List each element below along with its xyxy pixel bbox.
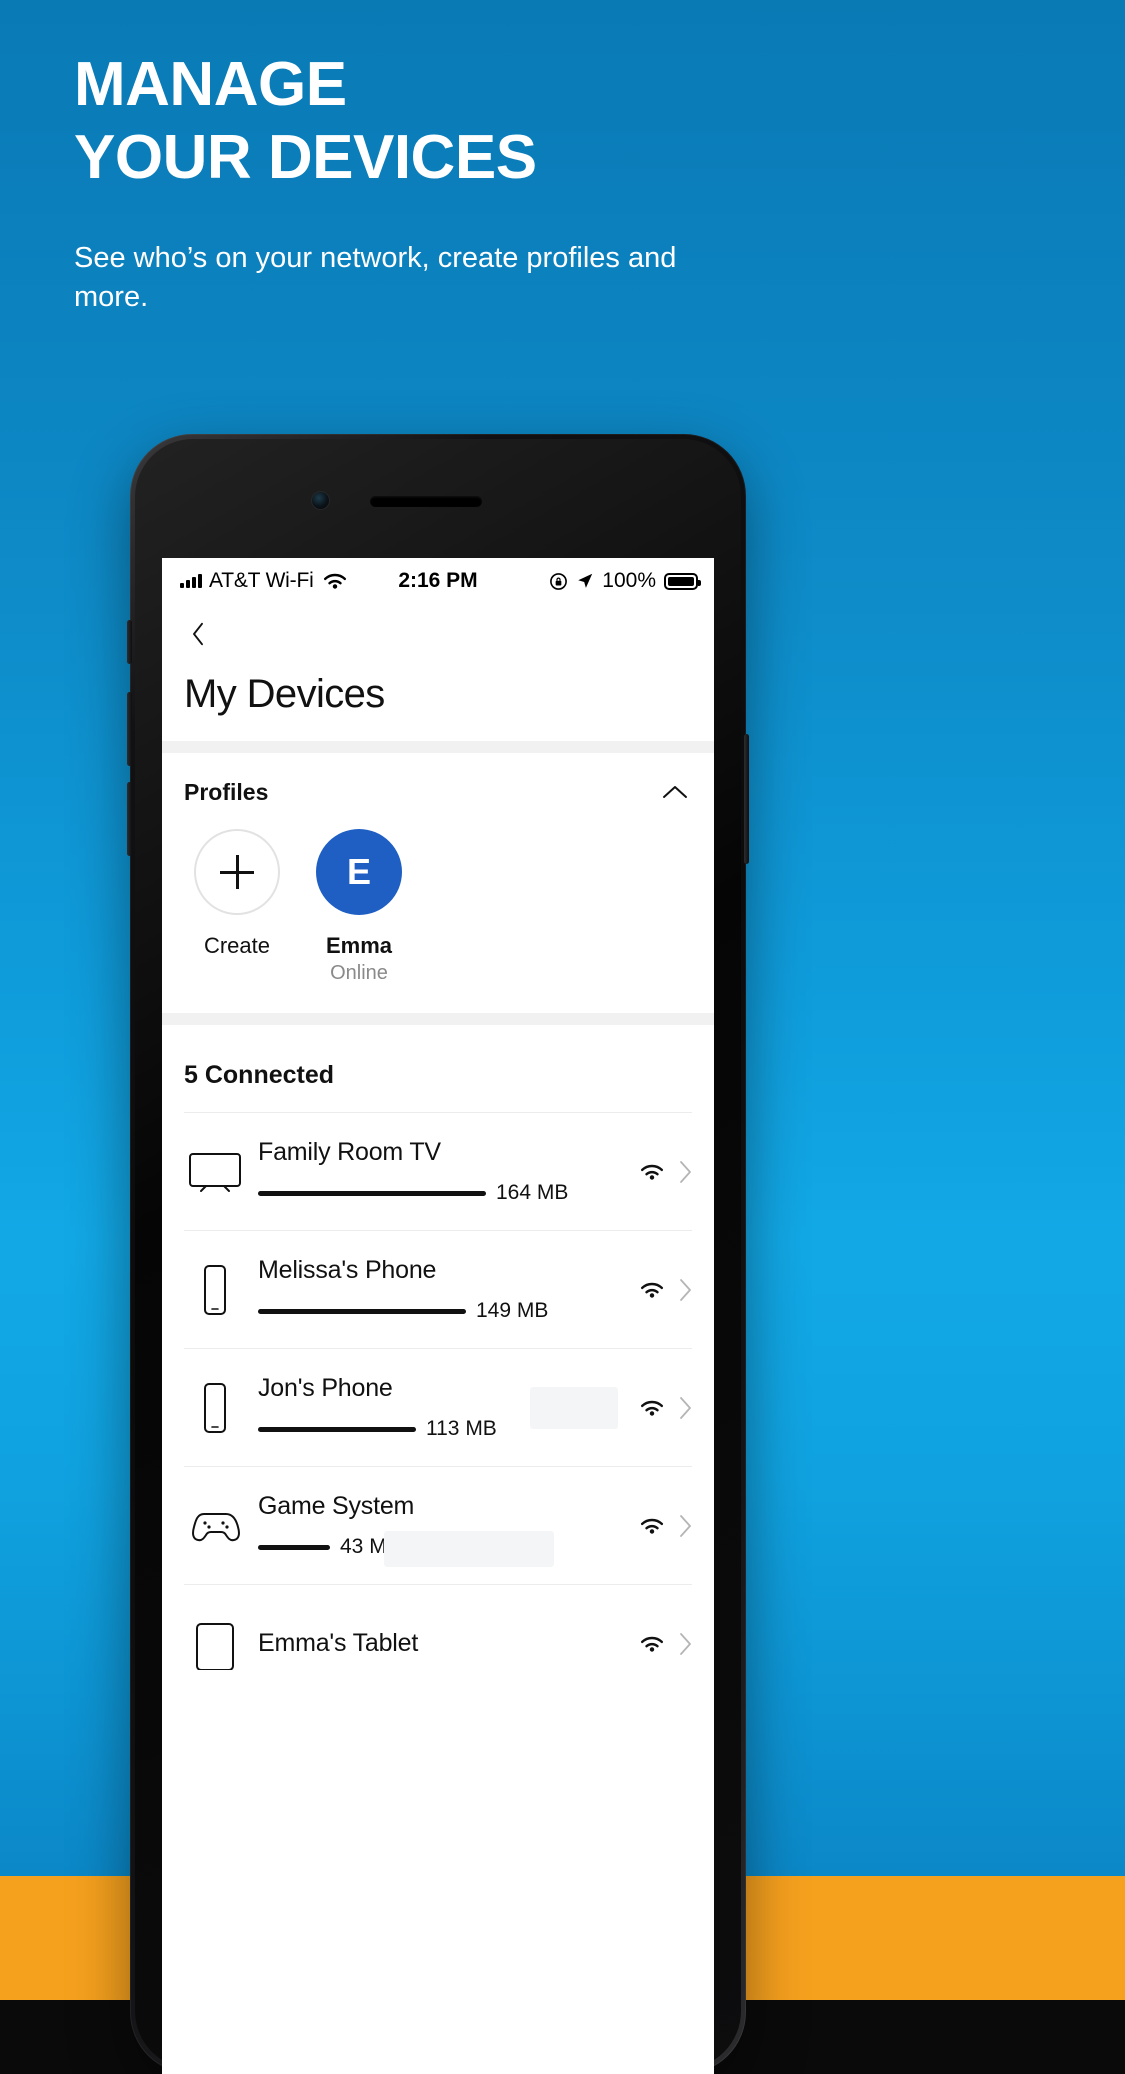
table-row[interactable]: Jon's Phone 113 MB: [184, 1348, 692, 1466]
table-row[interactable]: Family Room TV 164 MB: [184, 1112, 692, 1230]
status-bar-right: 100%: [549, 558, 701, 604]
device-actions: [628, 1514, 692, 1538]
profile-item-emma[interactable]: E Emma Online: [312, 829, 406, 985]
wifi-icon: [640, 1164, 664, 1180]
phone-mockup: AT&T Wi-Fi 2:16 PM 100% My Devices Profi…: [127, 434, 749, 2074]
wifi-icon: [640, 1636, 664, 1652]
rotation-lock-icon: [550, 572, 568, 590]
device-name: Family Room TV: [258, 1138, 441, 1166]
mute-switch: [127, 620, 132, 664]
device-name: Game System: [258, 1492, 415, 1520]
usage-bar: [258, 1544, 330, 1550]
plus-icon: [220, 855, 254, 889]
usage-row: 149 MB: [258, 1299, 628, 1323]
chevron-left-icon: [193, 622, 203, 646]
usage-label: 164 MB: [496, 1181, 569, 1204]
profile-name: Emma: [325, 933, 393, 958]
profiles-collapse-button[interactable]: [658, 775, 692, 809]
chevron-up-icon: [663, 786, 687, 798]
connected-devices-section: 5 Connected Family Room TV 164 MB Meliss…: [162, 1025, 714, 1702]
section-divider-2: [162, 1013, 714, 1025]
usage-bar: [258, 1426, 416, 1432]
table-row[interactable]: Game System 43 MB: [184, 1466, 692, 1584]
profiles-title: Profiles: [184, 778, 269, 805]
usage-bar: [258, 1190, 486, 1196]
connected-count-header: 5 Connected: [184, 1061, 335, 1089]
profile-create-label: Create: [203, 933, 271, 958]
usage-label: 149 MB: [476, 1299, 549, 1322]
location-arrow-icon: [578, 573, 593, 588]
device-info: Emma's Tablet: [246, 1629, 628, 1658]
phone-icon: [184, 1264, 246, 1316]
wifi-icon: [640, 1400, 664, 1416]
page-title: My Devices: [184, 672, 385, 716]
usage-label: 113 MB: [426, 1417, 497, 1440]
game-controller-icon: [184, 1506, 246, 1546]
chevron-right-icon[interactable]: [678, 1278, 692, 1302]
profile-create[interactable]: Create: [190, 829, 284, 985]
profiles-list: Create E Emma Online: [184, 829, 692, 985]
hero-title-line-2: YOUR DEVICES: [74, 123, 537, 193]
table-row[interactable]: Melissa's Phone 149 MB: [184, 1230, 692, 1348]
tablet-icon: [184, 1618, 246, 1670]
hero-copy: MANAGE YOUR DEVICES See who’s on your ne…: [74, 48, 774, 318]
device-actions: [628, 1160, 692, 1184]
front-camera: [312, 492, 329, 509]
table-row[interactable]: Emma's Tablet: [184, 1584, 692, 1702]
device-info: Melissa's Phone 149 MB: [246, 1256, 628, 1323]
volume-up-button: [127, 692, 132, 766]
create-profile-avatar[interactable]: [194, 829, 280, 915]
device-actions: [628, 1278, 692, 1302]
chevron-right-icon[interactable]: [678, 1632, 692, 1656]
device-actions: [628, 1396, 692, 1420]
wifi-icon: [640, 1282, 664, 1298]
tv-icon: [184, 1150, 246, 1194]
wifi-icon: [640, 1518, 664, 1534]
device-info: Family Room TV 164 MB: [246, 1138, 628, 1205]
chevron-right-icon[interactable]: [678, 1514, 692, 1538]
volume-down-button: [127, 782, 132, 856]
chevron-right-icon[interactable]: [678, 1396, 692, 1420]
profile-status: Online: [330, 962, 388, 984]
loading-placeholder: [384, 1531, 554, 1567]
back-button[interactable]: [178, 614, 218, 654]
hero-title-line-1: MANAGE: [74, 50, 347, 119]
phone-screen: AT&T Wi-Fi 2:16 PM 100% My Devices Profi…: [162, 558, 714, 2074]
usage-row: 164 MB: [258, 1181, 628, 1205]
usage-bar: [258, 1308, 466, 1314]
battery-full-icon: [664, 572, 701, 590]
loading-placeholder: [530, 1387, 618, 1429]
section-divider: [162, 741, 714, 753]
device-actions: [628, 1632, 692, 1656]
device-name: Melissa's Phone: [258, 1256, 437, 1284]
app-header: My Devices: [162, 604, 714, 741]
profiles-section: Profiles Create E Emma Online: [162, 753, 714, 1013]
hero-title: MANAGE YOUR DEVICES: [74, 48, 774, 194]
status-bar: AT&T Wi-Fi 2:16 PM 100%: [162, 558, 714, 604]
power-button: [744, 734, 749, 864]
chevron-right-icon[interactable]: [678, 1160, 692, 1184]
avatar[interactable]: E: [316, 829, 402, 915]
profiles-header[interactable]: Profiles: [184, 775, 692, 809]
phone-icon: [184, 1382, 246, 1434]
device-name: Emma's Tablet: [258, 1629, 419, 1657]
battery-percent-label: 100%: [602, 569, 656, 592]
earpiece-speaker: [370, 496, 482, 507]
avatar-initial: E: [346, 851, 371, 892]
hero-subtitle: See who’s on your network, create profil…: [74, 242, 677, 314]
